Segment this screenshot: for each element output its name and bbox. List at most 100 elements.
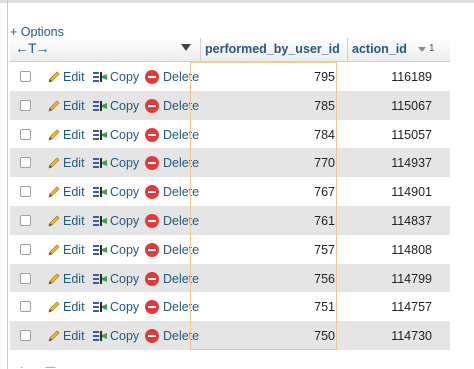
column-header-performed-by-user-id[interactable]: performed_by_user_id bbox=[205, 42, 340, 56]
row-checkbox[interactable] bbox=[20, 330, 31, 342]
chevron-down-icon[interactable] bbox=[181, 44, 191, 51]
cell-action-id[interactable]: 114730 bbox=[352, 329, 432, 343]
delete-icon[interactable] bbox=[145, 70, 159, 84]
copy-link[interactable]: Copy bbox=[110, 243, 139, 257]
copy-icon[interactable] bbox=[92, 98, 108, 114]
cell-performed-by-user-id[interactable]: 750 bbox=[205, 329, 335, 343]
row-checkbox[interactable] bbox=[20, 214, 31, 226]
pencil-icon[interactable] bbox=[46, 155, 62, 171]
cell-performed-by-user-id[interactable]: 761 bbox=[205, 214, 335, 228]
cell-action-id[interactable]: 114937 bbox=[352, 156, 432, 170]
copy-link[interactable]: Copy bbox=[110, 70, 139, 84]
edit-link[interactable]: Edit bbox=[63, 70, 85, 84]
copy-icon[interactable] bbox=[92, 328, 108, 344]
delete-icon[interactable] bbox=[145, 242, 159, 257]
cell-action-id[interactable]: 116189 bbox=[352, 70, 432, 84]
pencil-icon[interactable] bbox=[46, 69, 62, 85]
copy-icon[interactable] bbox=[92, 271, 108, 287]
edit-link[interactable]: Edit bbox=[63, 99, 85, 113]
table-row: Edit Copy Delete 784 115057 bbox=[10, 120, 450, 149]
pencil-icon[interactable] bbox=[46, 127, 62, 143]
column-header-action-id[interactable]: action_id bbox=[352, 42, 407, 56]
pencil-icon[interactable] bbox=[46, 242, 62, 258]
row-checkbox[interactable] bbox=[20, 301, 31, 313]
delete-icon[interactable] bbox=[145, 127, 159, 142]
cell-performed-by-user-id[interactable]: 784 bbox=[205, 128, 335, 142]
delete-icon[interactable] bbox=[145, 185, 159, 200]
cell-action-id[interactable]: 115057 bbox=[352, 128, 432, 142]
copy-link[interactable]: Copy bbox=[110, 156, 139, 170]
delete-icon[interactable] bbox=[145, 329, 159, 344]
cell-action-id[interactable]: 114799 bbox=[352, 272, 432, 286]
edit-link[interactable]: Edit bbox=[63, 272, 85, 286]
copy-icon[interactable] bbox=[92, 184, 108, 200]
cell-action-id[interactable]: 114837 bbox=[352, 214, 432, 228]
column-resize-arrows[interactable]: ←T→ bbox=[15, 40, 50, 56]
edit-link[interactable]: Edit bbox=[63, 185, 85, 199]
cell-action-id[interactable]: 114808 bbox=[352, 243, 432, 257]
copy-icon[interactable] bbox=[92, 127, 108, 143]
copy-icon[interactable] bbox=[92, 242, 108, 258]
row-checkbox[interactable] bbox=[20, 99, 31, 111]
delete-link[interactable]: Delete bbox=[163, 156, 199, 170]
delete-icon[interactable] bbox=[145, 300, 159, 315]
row-checkbox[interactable] bbox=[20, 272, 31, 284]
table-row: Edit Copy Delete 770 114937 bbox=[10, 148, 450, 178]
edit-link[interactable]: Edit bbox=[63, 329, 85, 343]
delete-link[interactable]: Delete bbox=[163, 272, 199, 286]
pencil-icon[interactable] bbox=[46, 184, 62, 200]
edit-link[interactable]: Edit bbox=[63, 214, 85, 228]
copy-link[interactable]: Copy bbox=[110, 300, 139, 314]
copy-link[interactable]: Copy bbox=[110, 329, 139, 343]
cell-performed-by-user-id[interactable]: 767 bbox=[205, 185, 335, 199]
pencil-icon[interactable] bbox=[46, 328, 62, 344]
copy-link[interactable]: Copy bbox=[110, 272, 139, 286]
cell-performed-by-user-id[interactable]: 770 bbox=[205, 156, 335, 170]
sort-desc-icon[interactable] bbox=[418, 47, 426, 52]
edit-link[interactable]: Edit bbox=[63, 128, 85, 142]
edit-link[interactable]: Edit bbox=[63, 243, 85, 257]
copy-icon[interactable] bbox=[92, 155, 108, 171]
delete-icon[interactable] bbox=[145, 213, 159, 228]
column-separator bbox=[200, 38, 201, 62]
copy-icon[interactable] bbox=[92, 299, 108, 315]
cell-action-id[interactable]: 115067 bbox=[352, 99, 432, 113]
delete-icon[interactable] bbox=[145, 156, 159, 171]
cell-performed-by-user-id[interactable]: 795 bbox=[205, 70, 335, 84]
pencil-icon[interactable] bbox=[46, 98, 62, 114]
cell-performed-by-user-id[interactable]: 756 bbox=[205, 272, 335, 286]
copy-link[interactable]: Copy bbox=[110, 214, 139, 228]
cell-action-id[interactable]: 114901 bbox=[352, 185, 432, 199]
row-checkbox[interactable] bbox=[20, 243, 31, 255]
copy-link[interactable]: Copy bbox=[110, 185, 139, 199]
delete-link[interactable]: Delete bbox=[163, 243, 199, 257]
edit-link[interactable]: Edit bbox=[63, 156, 85, 170]
pencil-icon[interactable] bbox=[46, 299, 62, 315]
row-checkbox[interactable] bbox=[20, 71, 31, 82]
edit-link[interactable]: Edit bbox=[63, 300, 85, 314]
copy-icon[interactable] bbox=[92, 213, 108, 229]
cell-action-id[interactable]: 114757 bbox=[352, 300, 432, 314]
sort-order-number: 1 bbox=[429, 43, 435, 54]
delete-link[interactable]: Delete bbox=[163, 329, 199, 343]
row-checkbox[interactable] bbox=[20, 186, 31, 198]
row-checkbox[interactable] bbox=[20, 157, 31, 169]
delete-link[interactable]: Delete bbox=[163, 70, 199, 84]
options-link[interactable]: + Options bbox=[10, 25, 64, 39]
cell-performed-by-user-id[interactable]: 757 bbox=[205, 243, 335, 257]
delete-icon[interactable] bbox=[145, 271, 159, 286]
pencil-icon[interactable] bbox=[46, 271, 62, 287]
copy-link[interactable]: Copy bbox=[110, 128, 139, 142]
delete-link[interactable]: Delete bbox=[163, 300, 199, 314]
row-checkbox[interactable] bbox=[20, 128, 31, 140]
delete-link[interactable]: Delete bbox=[163, 128, 199, 142]
delete-link[interactable]: Delete bbox=[163, 185, 199, 199]
delete-icon[interactable] bbox=[145, 98, 159, 113]
delete-link[interactable]: Delete bbox=[163, 99, 199, 113]
delete-link[interactable]: Delete bbox=[163, 214, 199, 228]
cell-performed-by-user-id[interactable]: 785 bbox=[205, 99, 335, 113]
cell-performed-by-user-id[interactable]: 751 bbox=[205, 300, 335, 314]
copy-link[interactable]: Copy bbox=[110, 99, 139, 113]
copy-icon[interactable] bbox=[92, 69, 108, 85]
pencil-icon[interactable] bbox=[46, 213, 62, 229]
